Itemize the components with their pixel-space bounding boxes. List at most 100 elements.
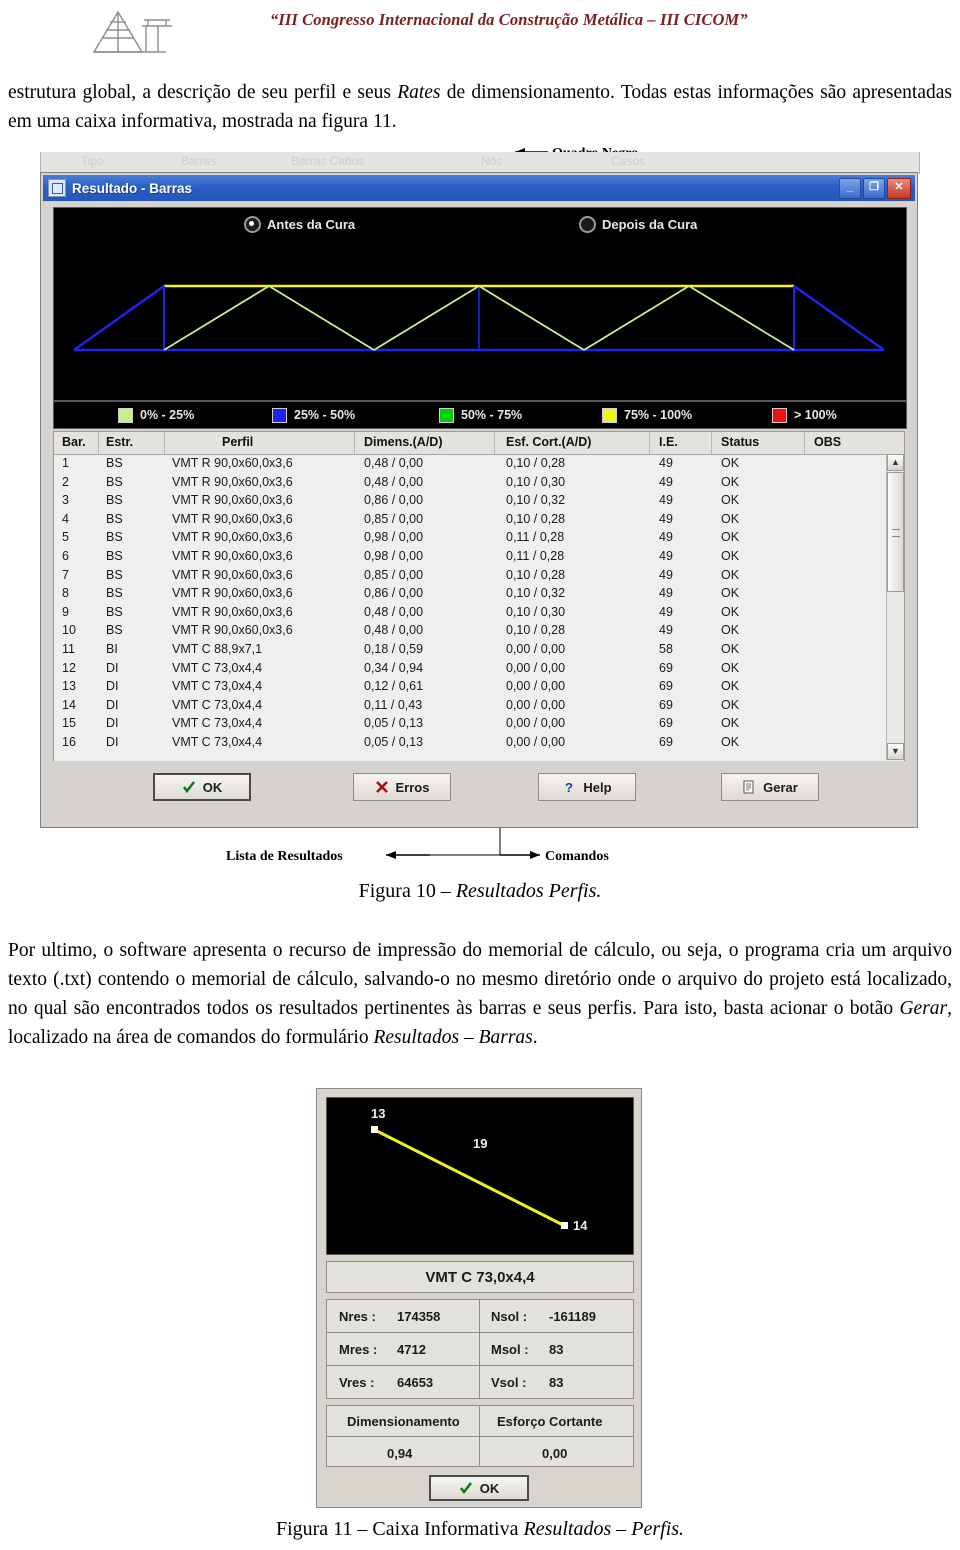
table-cell: 14	[62, 697, 76, 712]
check-icon	[459, 1481, 473, 1495]
radio-label-antes: Antes da Cura	[267, 217, 356, 232]
scrollbar-thumb[interactable]	[887, 472, 904, 592]
value-nres: 174358	[397, 1309, 441, 1324]
table-cell: DI	[106, 679, 119, 694]
rates-value-dimensionamento: 0,94	[387, 1446, 413, 1461]
table-row[interactable]: 6 BS VMT R 90,0x60,0x3,6 0,98 / 0,00 0,11 / …	[54, 548, 904, 567]
radio-depois-da-cura[interactable]: Depois da Cura	[579, 216, 697, 233]
table-cell: VMT R 90,0x60,0x3,6	[172, 567, 293, 582]
table-cell: 16	[62, 734, 76, 749]
rates-header-dimensionamento: Dimensionamento	[347, 1414, 460, 1429]
table-cell: 49	[659, 493, 673, 508]
table-scrollbar[interactable]: ▲ ▼	[886, 454, 904, 760]
bg-strip-item-3: Nós	[481, 154, 503, 168]
table-cell: 69	[659, 734, 673, 749]
table-cell: DI	[106, 660, 119, 675]
table-body[interactable]: 1 BS VMT R 90,0x60,0x3,6 0,48 / 0,00 0,10 / …	[54, 455, 904, 761]
table-row[interactable]: 16 DI VMT C 73,0x4,4 0,05 / 0,13 0,00 / 0,00…	[54, 734, 904, 753]
maximize-button[interactable]: ❐	[863, 178, 885, 199]
col-header-ie[interactable]: I.E.	[659, 435, 678, 449]
table-cell: 0,11 / 0,28	[506, 530, 565, 545]
table-cell: 49	[659, 567, 673, 582]
table-row[interactable]: 9 BS VMT R 90,0x60,0x3,6 0,48 / 0,00 0,10 / …	[54, 604, 904, 623]
col-header-status[interactable]: Status	[721, 435, 759, 449]
table-cell: VMT R 90,0x60,0x3,6	[172, 548, 293, 563]
table-cell: 49	[659, 548, 673, 563]
table-cell: 0,10 / 0,32	[506, 586, 566, 601]
table-cell: 10	[62, 623, 76, 638]
table-cell: OK	[721, 567, 740, 582]
col-header-obs[interactable]: OBS	[814, 435, 841, 449]
para-top-italic: Rates	[397, 82, 441, 103]
fig10-caption-dash: –	[440, 880, 456, 902]
col-header-bar[interactable]: Bar.	[62, 435, 86, 449]
table-cell: BS	[106, 548, 123, 563]
value-label-nres: Nres :	[339, 1309, 376, 1324]
legend-item-1: 25% - 50%	[272, 407, 356, 423]
table-row[interactable]: 12 DI VMT C 73,0x4,4 0,34 / 0,94 0,00 / 0,00…	[54, 660, 904, 679]
table-cell: VMT R 90,0x60,0x3,6	[172, 586, 293, 601]
legend-label-1: 25% - 50%	[294, 408, 356, 422]
table-row[interactable]: 14 DI VMT C 73,0x4,4 0,11 / 0,43 0,00 / 0,00…	[54, 697, 904, 716]
col-header-dimens[interactable]: Dimens.(A/D)	[364, 435, 442, 449]
truss-diagram	[73, 284, 885, 352]
table-cell: 49	[659, 604, 673, 619]
radio-indicator-depois	[579, 216, 596, 233]
node-label-14: 14	[573, 1218, 588, 1233]
gerar-button[interactable]: Gerar	[721, 773, 819, 801]
help-button[interactable]: ? Help	[538, 773, 636, 801]
table-cell: VMT R 90,0x60,0x3,6	[172, 456, 293, 470]
table-cell: 0,10 / 0,28	[506, 623, 566, 638]
window-titlebar[interactable]: Resultado - Barras _ ❐ ✕	[43, 175, 915, 201]
value-vres: 64653	[397, 1375, 434, 1390]
infobox-ok-label: OK	[479, 1480, 500, 1496]
window-icon	[48, 179, 66, 197]
table-row[interactable]: 10 BS VMT R 90,0x60,0x3,6 0,48 / 0,00 0,10 /…	[54, 622, 904, 641]
value-msol: 83	[549, 1342, 564, 1357]
table-cell: 0,98 / 0,00	[364, 530, 424, 545]
value-mres: 4712	[397, 1342, 426, 1357]
table-cell: 0,85 / 0,00	[364, 511, 424, 526]
table-row[interactable]: 1 BS VMT R 90,0x60,0x3,6 0,48 / 0,00 0,10 / …	[54, 455, 904, 474]
col-header-esf-cort[interactable]: Esf. Cort.(A/D)	[506, 435, 591, 449]
value-label-mres: Mres :	[339, 1342, 378, 1357]
radio-indicator-antes	[244, 216, 261, 233]
resultado-barras-window: Resultado - Barras _ ❐ ✕ Antes da Cura D…	[40, 172, 918, 828]
table-cell: BS	[106, 493, 123, 508]
table-cell: OK	[721, 586, 740, 601]
table-row[interactable]: 5 BS VMT R 90,0x60,0x3,6 0,98 / 0,00 0,11 / …	[54, 529, 904, 548]
infobox-ok-button[interactable]: OK	[429, 1475, 529, 1501]
table-cell: OK	[721, 641, 740, 656]
legend-label-3: 75% - 100%	[624, 408, 693, 422]
table-row[interactable]: 13 DI VMT C 73,0x4,4 0,12 / 0,61 0,00 / 0,00…	[54, 678, 904, 697]
ok-button[interactable]: OK	[153, 773, 251, 801]
col-header-perfil[interactable]: Perfil	[222, 435, 253, 449]
table-row[interactable]: 8 BS VMT R 90,0x60,0x3,6 0,86 / 0,00 0,10 / …	[54, 585, 904, 604]
table-row[interactable]: 3 BS VMT R 90,0x60,0x3,6 0,86 / 0,00 0,10 / …	[54, 492, 904, 511]
fig11-caption-prefix: Figura 11 – Caixa Informativa	[275, 1518, 524, 1540]
table-cell: 0,48 / 0,00	[364, 623, 424, 638]
scroll-down-button[interactable]: ▼	[887, 743, 904, 760]
table-row[interactable]: 15 DI VMT C 73,0x4,4 0,05 / 0,13 0,00 / 0,00…	[54, 715, 904, 734]
table-cell: 69	[659, 697, 673, 712]
table-cell: BS	[106, 623, 123, 638]
minimize-button[interactable]: _	[839, 178, 861, 199]
table-row[interactable]: 7 BS VMT R 90,0x60,0x3,6 0,85 / 0,00 0,10 / …	[54, 567, 904, 586]
table-row[interactable]: 11 BI VMT C 88,9x7,1 0,18 / 0,59 0,00 / 0,00…	[54, 641, 904, 660]
legend-swatch-0	[118, 407, 133, 423]
radio-antes-da-cura[interactable]: Antes da Cura	[244, 216, 355, 233]
table-cell: 0,00 / 0,00	[506, 641, 566, 656]
table-cell: OK	[721, 734, 740, 749]
fig10-caption-italic: Resultados Perfis.	[455, 880, 602, 902]
table-cell: 7	[62, 567, 69, 582]
table-row[interactable]: 4 BS VMT R 90,0x60,0x3,6 0,85 / 0,00 0,10 / …	[54, 511, 904, 530]
table-cell: 0,00 / 0,00	[506, 697, 566, 712]
table-row[interactable]: 2 BS VMT R 90,0x60,0x3,6 0,48 / 0,00 0,10 / …	[54, 474, 904, 493]
close-button[interactable]: ✕	[887, 178, 911, 199]
erros-button[interactable]: Erros	[353, 773, 451, 801]
header-title: “III Congresso Internacional da Construç…	[270, 10, 748, 29]
rates-value-esforco-cortante: 0,00	[542, 1446, 568, 1461]
table-cell: 0,11 / 0,28	[506, 548, 565, 563]
scroll-up-button[interactable]: ▲	[887, 454, 904, 471]
col-header-estr[interactable]: Estr.	[106, 435, 133, 449]
